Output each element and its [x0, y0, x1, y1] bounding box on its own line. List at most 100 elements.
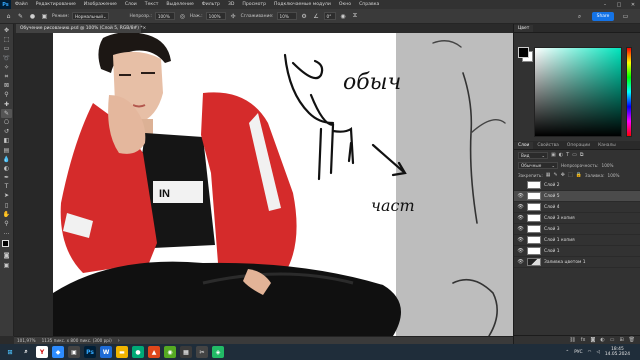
- clock[interactable]: 18:45 14.05.2024: [605, 347, 630, 358]
- marquee-tool-icon[interactable]: ▭: [1, 44, 12, 53]
- workspace-icon[interactable]: ▭: [621, 12, 630, 21]
- word-icon[interactable]: W: [100, 346, 112, 358]
- new-group-icon[interactable]: ▭: [610, 337, 615, 343]
- volume-icon[interactable]: ◁: [596, 350, 599, 355]
- search-icon[interactable]: ⌕: [575, 12, 584, 21]
- color-picker-field[interactable]: [534, 47, 622, 137]
- tab-operations[interactable]: Операции: [563, 142, 594, 149]
- quick-mask-icon[interactable]: ◙: [1, 251, 12, 260]
- layer-row[interactable]: 👁 Слой 3: [514, 224, 640, 235]
- visibility-eye-icon[interactable]: 👁: [516, 248, 525, 254]
- visibility-eye-icon[interactable]: 👁: [516, 237, 525, 243]
- foreground-color-swatch[interactable]: [1, 240, 9, 248]
- airbrush-icon[interactable]: ✢: [229, 12, 238, 21]
- move-tool-icon[interactable]: ✥: [1, 26, 12, 35]
- zoom-level[interactable]: 101,97%: [17, 338, 36, 343]
- hand-tool-icon[interactable]: ✋: [1, 210, 12, 219]
- menu-item[interactable]: Фильтр: [198, 2, 224, 7]
- filter-pixel-icon[interactable]: ▣: [551, 152, 556, 158]
- dodge-tool-icon[interactable]: ◐: [1, 164, 12, 173]
- blend-mode-select[interactable]: Обычные ⌄: [518, 161, 558, 169]
- photoshop-taskbar-icon[interactable]: Ps: [84, 346, 96, 358]
- menu-item[interactable]: Редактирование: [32, 2, 80, 7]
- eraser-tool-icon[interactable]: ◧: [1, 136, 12, 145]
- fill-value[interactable]: 100%: [608, 173, 620, 178]
- tab-layers[interactable]: Слои: [514, 142, 534, 149]
- photoshop-logo[interactable]: Ps: [0, 0, 11, 9]
- layer-row[interactable]: 👁 Слой 3 копия: [514, 213, 640, 224]
- zoom-tool-icon[interactable]: ⚲: [1, 219, 12, 228]
- maximize-icon[interactable]: □: [612, 0, 626, 9]
- crop-tool-icon[interactable]: ⌗: [1, 72, 12, 81]
- layer-row[interactable]: 👁 Слой 1 копия: [514, 235, 640, 246]
- eyedropper-tool-icon[interactable]: ⚲: [1, 90, 12, 99]
- quick-select-tool-icon[interactable]: ✧: [1, 63, 12, 72]
- tab-properties[interactable]: Свойства: [533, 142, 562, 149]
- layer-row[interactable]: Слой 2: [514, 180, 640, 191]
- minimize-icon[interactable]: –: [598, 0, 612, 9]
- new-adjustment-icon[interactable]: ◐: [600, 337, 604, 343]
- menu-item[interactable]: Слои: [121, 2, 141, 7]
- healing-brush-tool-icon[interactable]: ✚: [1, 100, 12, 109]
- lock-all-icon[interactable]: 🔒: [576, 172, 582, 178]
- gradient-tool-icon[interactable]: ▤: [1, 145, 12, 154]
- color-panel-foreground-swatch[interactable]: [518, 47, 529, 58]
- clone-stamp-tool-icon[interactable]: ⎔: [1, 118, 12, 127]
- document-tab[interactable]: Обучение рисованию.psd @ 100% (Слой 5, R…: [16, 24, 146, 33]
- smoothing-settings-icon[interactable]: ⚙: [300, 12, 309, 21]
- flow-input[interactable]: 100%: [205, 12, 226, 20]
- windows-start-icon[interactable]: ⊞: [4, 346, 16, 358]
- pressure-size-icon[interactable]: ◉: [339, 12, 348, 21]
- visibility-eye-icon[interactable]: 👁: [516, 204, 525, 210]
- filter-type-icon[interactable]: T: [566, 152, 569, 158]
- document-canvas[interactable]: IN обыч част: [53, 33, 513, 336]
- layer-row[interactable]: 👁 Слой 4: [514, 202, 640, 213]
- app-icon-2[interactable]: ▣: [68, 346, 80, 358]
- screen-mode-icon[interactable]: ▣: [1, 261, 12, 270]
- lock-artboard-icon[interactable]: ⬚: [568, 172, 573, 178]
- pressure-opacity-icon[interactable]: ◎: [178, 12, 187, 21]
- close-window-icon[interactable]: ✕: [626, 0, 640, 9]
- type-tool-icon[interactable]: T: [1, 182, 12, 191]
- menu-item[interactable]: Подключаемые модули: [270, 2, 335, 7]
- angle-input[interactable]: 0°: [323, 12, 336, 20]
- filter-smart-icon[interactable]: ⧉: [580, 152, 584, 158]
- lock-paint-icon[interactable]: ✎: [554, 172, 558, 178]
- shape-tool-icon[interactable]: ▯: [1, 201, 12, 210]
- new-layer-icon[interactable]: ⊞: [619, 337, 623, 343]
- hue-slider[interactable]: [626, 47, 632, 137]
- menu-item[interactable]: Файл: [11, 2, 32, 7]
- wifi-icon[interactable]: ◠: [588, 350, 592, 355]
- yandex-browser-icon[interactable]: Y: [36, 346, 48, 358]
- search-taskbar-icon[interactable]: ⌕: [20, 346, 32, 358]
- tab-color[interactable]: Цвет: [514, 25, 534, 32]
- pen-tool-icon[interactable]: ✒: [1, 173, 12, 182]
- brush-settings-icon[interactable]: ▣: [40, 12, 49, 21]
- history-brush-tool-icon[interactable]: ↺: [1, 127, 12, 136]
- color-swatches[interactable]: [1, 239, 13, 251]
- tab-channels[interactable]: Каналы: [594, 142, 620, 149]
- app-icon-5[interactable]: ▦: [180, 346, 192, 358]
- layer-row[interactable]: 👁 Заливка цветом 1: [514, 257, 640, 268]
- lock-move-icon[interactable]: ✥: [561, 172, 565, 178]
- menu-item[interactable]: Просмотр: [238, 2, 270, 7]
- visibility-eye-icon[interactable]: 👁: [516, 193, 525, 199]
- status-menu-icon[interactable]: ›: [118, 338, 120, 344]
- menu-item[interactable]: Окно: [335, 2, 355, 7]
- close-tab-icon[interactable]: ×: [143, 26, 147, 31]
- app-icon-3[interactable]: ●: [132, 346, 144, 358]
- mode-select[interactable]: Нормальный ⌄: [71, 12, 110, 20]
- app-icon-4[interactable]: ◉: [164, 346, 176, 358]
- filter-shape-icon[interactable]: ▭: [572, 152, 577, 158]
- fx-icon[interactable]: fx: [581, 337, 586, 343]
- more-tools-icon[interactable]: …: [1, 228, 12, 237]
- capcut-icon[interactable]: ✂: [196, 346, 208, 358]
- frame-tool-icon[interactable]: ⊠: [1, 81, 12, 90]
- opacity-input[interactable]: 100%: [154, 12, 175, 20]
- blur-tool-icon[interactable]: 💧: [1, 155, 12, 164]
- path-select-tool-icon[interactable]: ➤: [1, 191, 12, 200]
- canvas-workspace[interactable]: IN обыч част: [14, 33, 513, 336]
- lasso-tool-icon[interactable]: ➰: [1, 54, 12, 63]
- menu-item[interactable]: Изображение: [80, 2, 121, 7]
- language-indicator[interactable]: РУС: [574, 350, 582, 355]
